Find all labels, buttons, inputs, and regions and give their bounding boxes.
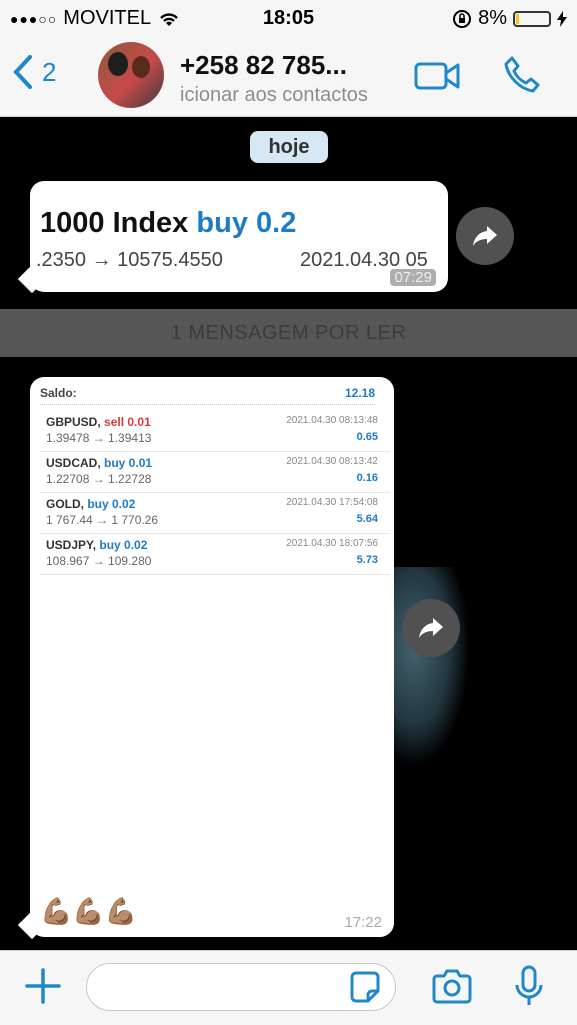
forward-button[interactable] bbox=[402, 599, 460, 657]
avatar[interactable] bbox=[98, 42, 164, 108]
forward-button[interactable] bbox=[456, 207, 514, 265]
avatar-figure bbox=[108, 52, 128, 76]
wallpaper-fish bbox=[390, 567, 470, 767]
message-time: 07:29 bbox=[390, 269, 436, 286]
video-call-icon[interactable] bbox=[414, 60, 462, 92]
chat-header: 2 +258 82 785... icionar aos contactos bbox=[0, 36, 577, 117]
chevron-left-icon bbox=[13, 55, 32, 89]
battery-icon bbox=[513, 10, 551, 27]
trade-side: sell 0.01 bbox=[104, 415, 151, 429]
trade-instrument: 1000 Index bbox=[40, 207, 189, 239]
trade-symbol: USDJPY, buy 0.02 bbox=[46, 538, 147, 552]
trade-side: buy 0.02 bbox=[87, 497, 136, 511]
chat-area[interactable]: hoje 1000 Index buy 0.2 .2350 → 10575.45… bbox=[0, 117, 577, 950]
trade-row: GBPUSD, sell 0.01 1.39478 → 1.39413 2021… bbox=[40, 411, 390, 452]
microphone-icon[interactable] bbox=[512, 965, 546, 1009]
trade-side: buy 0.02 bbox=[99, 538, 148, 552]
avatar-figure bbox=[132, 56, 150, 78]
trade-title: 1000 Index buy 0.2 bbox=[40, 207, 296, 240]
phone-call-icon[interactable] bbox=[502, 54, 542, 94]
trade-row: USDJPY, buy 0.02 108.967 → 109.280 2021.… bbox=[40, 534, 390, 575]
plus-icon bbox=[25, 968, 61, 1004]
camera-icon[interactable] bbox=[430, 969, 474, 1005]
attach-button[interactable] bbox=[24, 967, 62, 1012]
contact-name[interactable]: +258 82 785... bbox=[180, 50, 347, 81]
emoji-caption: 💪🏽💪🏽💪🏽 bbox=[40, 896, 138, 926]
battery-level bbox=[516, 13, 519, 24]
status-right: 8% bbox=[452, 7, 567, 30]
trade-symbol: GBPUSD, sell 0.01 bbox=[46, 415, 151, 429]
trade-row: USDCAD, buy 0.01 1.22708 → 1.22728 2021.… bbox=[40, 452, 390, 493]
message-bubble-image[interactable]: 1000 Index buy 0.2 .2350 → 10575.4550 20… bbox=[30, 181, 448, 292]
trade-prices: 1.22708 → 1.22728 bbox=[46, 472, 152, 486]
forward-icon bbox=[473, 226, 497, 246]
trade-profit: 0.16 bbox=[356, 472, 378, 484]
battery-percent: 8% bbox=[478, 7, 507, 29]
charging-icon bbox=[557, 10, 567, 27]
trade-instrument: USDJPY, bbox=[46, 538, 97, 552]
trade-instrument: GBPUSD, bbox=[46, 415, 101, 429]
trade-prices: 1.39478 → 1.39413 bbox=[46, 431, 152, 445]
status-bar: ●●●○○ MOVITEL 18:05 8% bbox=[0, 0, 577, 36]
trade-date: 2021.04.30 18:07:56 bbox=[286, 538, 378, 549]
trade-side: buy 0.2 bbox=[196, 207, 297, 239]
trade-instrument: USDCAD, bbox=[46, 456, 101, 470]
trade-prices: .2350 → 10575.4550 bbox=[36, 249, 223, 271]
message-time: 17:22 bbox=[344, 914, 382, 931]
trade-profit: 5.73 bbox=[356, 554, 378, 566]
balance-label: Saldo: bbox=[40, 386, 77, 400]
trade-profit: 5.64 bbox=[356, 513, 378, 525]
back-button[interactable]: 2 bbox=[12, 54, 56, 90]
trade-prices: 1 767.44 → 1 770.26 bbox=[46, 513, 159, 527]
trade-instrument: GOLD, bbox=[46, 497, 84, 511]
trade-symbol: GOLD, buy 0.02 bbox=[46, 497, 135, 511]
balance-value: 12.18 bbox=[344, 386, 375, 400]
trade-row: GOLD, buy 0.02 1 767.44 → 1 770.26 2021.… bbox=[40, 493, 390, 534]
message-bubble-screenshot[interactable]: Saldo: 12.18 GBPUSD, sell 0.01 1.39478 →… bbox=[30, 377, 394, 937]
forward-icon bbox=[419, 618, 443, 638]
trade-date: 2021.04.30 08:13:48 bbox=[286, 415, 378, 426]
trade-date: 2021.04.30 08:13:42 bbox=[286, 456, 378, 467]
input-bar bbox=[0, 950, 577, 1025]
trade-date: 2021.04.30 17:54:08 bbox=[286, 497, 378, 508]
trade-prices: 108.967 → 109.280 bbox=[46, 554, 152, 568]
unread-count: 2 bbox=[42, 56, 57, 87]
unread-banner: 1 MENSAGEM POR LER bbox=[0, 309, 577, 357]
trade-symbol: USDCAD, buy 0.01 bbox=[46, 456, 152, 470]
sticker-icon[interactable] bbox=[348, 971, 382, 1005]
rotation-lock-icon bbox=[453, 9, 472, 28]
contact-subtitle[interactable]: icionar aos contactos bbox=[180, 84, 368, 107]
balance-row: Saldo: 12.18 bbox=[40, 382, 375, 405]
trade-side: buy 0.01 bbox=[104, 456, 153, 470]
trade-profit: 0.65 bbox=[356, 431, 378, 443]
date-separator: hoje bbox=[250, 131, 328, 163]
